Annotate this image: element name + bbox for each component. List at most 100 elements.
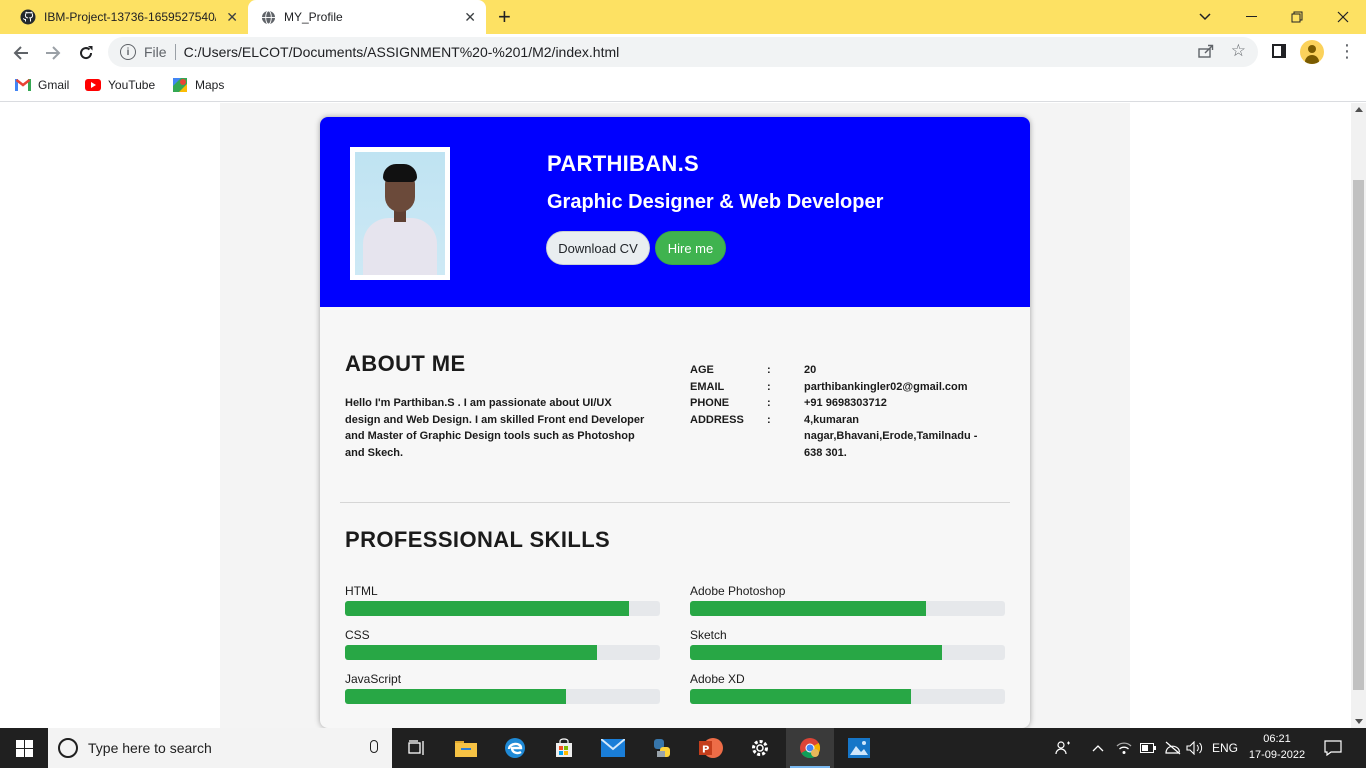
- github-icon: [20, 9, 36, 25]
- url-text[interactable]: C:/Users/ELCOT/Documents/ASSIGNMENT%20-%…: [184, 44, 620, 60]
- skill-sketch: Sketch: [690, 628, 1005, 660]
- bookmark-star-icon[interactable]: ☆: [1231, 41, 1246, 61]
- maps-icon: [172, 77, 188, 93]
- scroll-up-arrow-icon[interactable]: [1355, 107, 1363, 112]
- tab-my-profile[interactable]: MY_Profile ✕: [248, 0, 486, 34]
- restore-button[interactable]: [1274, 0, 1320, 34]
- forward-arrow-icon[interactable]: [42, 42, 64, 64]
- settings-gear-icon[interactable]: [736, 728, 784, 768]
- skill-html: HTML: [345, 584, 660, 616]
- bookmarks-bar: Gmail YouTube Maps: [0, 72, 1366, 102]
- download-cv-button[interactable]: Download CV: [546, 231, 650, 265]
- mail-icon[interactable]: [589, 728, 637, 768]
- skill-progress-fill: [345, 689, 566, 704]
- close-window-button[interactable]: [1320, 0, 1366, 34]
- skill-label: JavaScript: [345, 672, 402, 686]
- back-arrow-icon[interactable]: [10, 42, 32, 64]
- info-colon: :: [767, 413, 771, 426]
- skill-label: CSS: [345, 628, 370, 642]
- svg-text:P: P: [702, 745, 709, 756]
- scroll-down-arrow-icon[interactable]: [1355, 719, 1363, 724]
- skill-adobe-xd: Adobe XD: [690, 672, 1005, 704]
- profile-header: PARTHIBAN.S Graphic Designer & Web Devel…: [320, 117, 1030, 307]
- skill-css: CSS: [345, 628, 660, 660]
- side-panel-icon[interactable]: [1272, 44, 1286, 58]
- address-bar[interactable]: i File C:/Users/ELCOT/Documents/ASSIGNME…: [108, 37, 1258, 67]
- show-hidden-icons-chevron-icon[interactable]: [1092, 728, 1104, 768]
- omnibox-divider: [174, 44, 176, 60]
- language-indicator[interactable]: ENG: [1212, 728, 1238, 768]
- notifications-icon[interactable]: [1324, 728, 1342, 768]
- info-value: 20: [804, 364, 817, 376]
- photos-icon[interactable]: [835, 728, 883, 768]
- about-heading: ABOUT ME: [345, 351, 466, 376]
- task-view-icon[interactable]: [393, 728, 441, 768]
- system-clock[interactable]: 06:21 17-09-2022: [1248, 731, 1306, 763]
- skill-progress-track: [690, 689, 1005, 704]
- hire-me-button[interactable]: Hire me: [655, 231, 726, 265]
- minimize-button[interactable]: [1228, 0, 1274, 34]
- skill-adobe-photoshop: Adobe Photoshop: [690, 584, 1005, 616]
- tab-search-chevron-icon[interactable]: [1182, 0, 1228, 34]
- bookmark-maps[interactable]: Maps: [172, 77, 224, 93]
- clock-date: 17-09-2022: [1248, 749, 1306, 761]
- close-tab-icon[interactable]: ✕: [464, 9, 476, 26]
- bookmark-label: Maps: [195, 78, 225, 92]
- info-colon: :: [767, 397, 771, 410]
- microsoft-store-icon[interactable]: [540, 728, 588, 768]
- info-value: +91 9698303712: [804, 397, 887, 410]
- bookmark-youtube[interactable]: YouTube: [85, 77, 155, 93]
- skill-progress-fill: [345, 645, 597, 660]
- globe-icon: [260, 9, 276, 25]
- skill-label: HTML: [345, 584, 378, 598]
- browser-menu-icon[interactable]: ⋮: [1338, 42, 1356, 60]
- skill-progress-track: [690, 601, 1005, 616]
- section-divider: [340, 502, 1010, 503]
- scrollbar-thumb[interactable]: [1353, 180, 1364, 690]
- page-viewport: PARTHIBAN.S Graphic Designer & Web Devel…: [0, 103, 1351, 728]
- skill-javascript: JavaScript: [345, 672, 660, 704]
- skill-progress-fill: [690, 645, 942, 660]
- page-scrollbar[interactable]: [1351, 103, 1366, 728]
- share-icon[interactable]: [1198, 44, 1214, 61]
- info-value: parthibankingler02@gmail.com: [804, 380, 968, 393]
- windows-start-icon[interactable]: [0, 728, 48, 768]
- browser-toolbar: i File C:/Users/ELCOT/Documents/ASSIGNME…: [0, 34, 1366, 72]
- chrome-icon[interactable]: [786, 728, 834, 768]
- skill-progress-fill: [345, 601, 629, 616]
- search-placeholder: Type here to search: [88, 740, 212, 756]
- bookmark-gmail[interactable]: Gmail: [15, 77, 69, 93]
- edge-browser-icon[interactable]: [491, 728, 539, 768]
- tab-github-project[interactable]: IBM-Project-13736-1659527540/ ✕: [8, 0, 248, 34]
- file-explorer-icon[interactable]: [442, 728, 490, 768]
- skill-label: Sketch: [690, 628, 727, 642]
- python-icon[interactable]: [638, 728, 686, 768]
- skill-label: Adobe Photoshop: [690, 584, 786, 598]
- close-tab-icon[interactable]: ✕: [226, 9, 238, 26]
- info-key: EMAIL: [690, 380, 725, 393]
- reload-icon[interactable]: [75, 42, 97, 64]
- skill-label: Adobe XD: [690, 672, 745, 686]
- wifi-icon[interactable]: [1116, 728, 1132, 768]
- profile-avatar-icon[interactable]: [1300, 40, 1324, 64]
- microphone-icon[interactable]: [370, 740, 378, 753]
- profile-card: PARTHIBAN.S Graphic Designer & Web Devel…: [320, 117, 1030, 728]
- about-description: Hello I'm Parthiban.S . I am passionate …: [345, 397, 645, 459]
- taskbar-search-input[interactable]: Type here to search: [48, 728, 392, 768]
- battery-icon[interactable]: [1140, 728, 1156, 768]
- cortana-icon: [58, 738, 78, 758]
- tab-bar: IBM-Project-13736-1659527540/ ✕ MY_Profi…: [0, 0, 1366, 34]
- info-key: ADDRESS: [690, 413, 744, 426]
- bookmark-label: YouTube: [108, 78, 156, 92]
- new-tab-button[interactable]: +: [498, 5, 511, 29]
- skill-progress-fill: [690, 601, 927, 616]
- volume-icon[interactable]: [1186, 728, 1204, 768]
- network-offline-icon[interactable]: [1164, 728, 1182, 768]
- powerpoint-icon[interactable]: P: [687, 728, 735, 768]
- clock-time: 06:21: [1263, 733, 1291, 745]
- profile-name: PARTHIBAN.S: [547, 151, 700, 176]
- tab-label: MY_Profile: [284, 10, 343, 24]
- people-icon[interactable]: [1055, 728, 1071, 768]
- site-info-icon[interactable]: i: [120, 44, 136, 60]
- gmail-icon: [15, 77, 31, 93]
